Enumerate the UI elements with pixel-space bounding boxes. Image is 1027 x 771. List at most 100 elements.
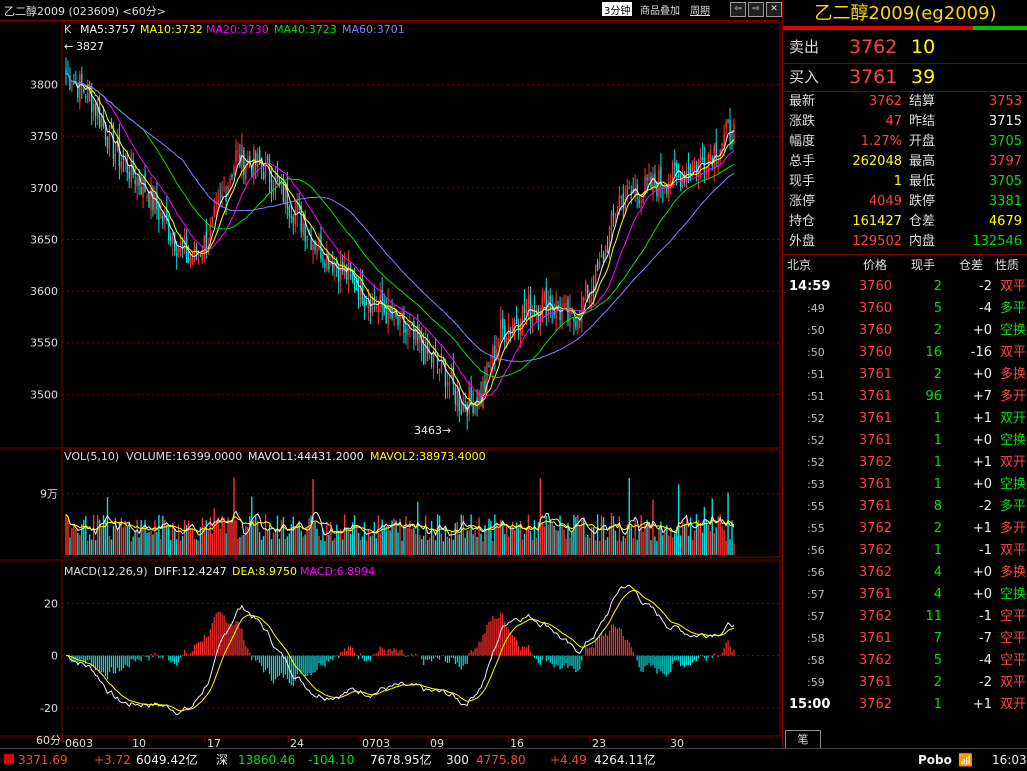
- volume-bar: [215, 520, 217, 555]
- stat-value: 3797: [988, 154, 1022, 169]
- candle-body: [725, 121, 727, 130]
- tick-price: 3760: [858, 301, 892, 316]
- hs300-amount: 4264.11亿: [594, 753, 656, 767]
- ask-volume: 10: [911, 36, 936, 58]
- volume-bar: [733, 543, 735, 555]
- low-marker: 3463: [414, 424, 442, 437]
- tick-nature: 空换: [999, 323, 1026, 338]
- candle-body: [375, 306, 377, 308]
- volume-bar: [201, 517, 204, 555]
- tick-nature: 多开: [999, 389, 1026, 404]
- tick-oi-change: +0: [972, 367, 992, 382]
- stat-value: 129502: [852, 234, 902, 249]
- volume-bar: [89, 534, 91, 555]
- volume-bar: [492, 540, 494, 555]
- candle-body: [201, 253, 204, 260]
- stats-row: 现手 1 最低 3705: [783, 172, 1027, 192]
- volume-bar: [251, 496, 253, 555]
- high-marker: 3827: [76, 40, 104, 53]
- candle-body: [515, 315, 518, 324]
- volume-bar: [187, 520, 190, 555]
- period-badge[interactable]: 3分钟: [602, 2, 633, 17]
- volume-bar: [385, 526, 387, 555]
- clock: 16:03: [992, 753, 1027, 767]
- tick-volume: 5: [933, 301, 942, 316]
- volume-bar: [130, 541, 132, 555]
- candle-body: [367, 302, 370, 309]
- cycle-button[interactable]: 周期: [690, 2, 710, 17]
- tick-list[interactable]: 14:59 3760 2 -2 双平:49 3760 5 -4 多平:50 37…: [783, 276, 1027, 716]
- volume-bar: [723, 529, 725, 555]
- next-icon[interactable]: ⇨: [748, 2, 764, 17]
- volume-bar: [517, 527, 520, 555]
- tick-nature: 空平: [999, 609, 1026, 624]
- prev-icon[interactable]: ⇦: [730, 2, 746, 17]
- candle-body: [628, 186, 630, 190]
- volume-bar: [679, 535, 682, 555]
- macd-tick-label: 0: [51, 650, 58, 663]
- ask-price: 3762: [849, 36, 898, 58]
- candle-body: [577, 319, 579, 331]
- candle-body: [257, 153, 259, 167]
- sh-index-value: 3371.69: [18, 753, 68, 767]
- volume-bar: [294, 526, 296, 555]
- tick-time: :50: [807, 324, 825, 337]
- tick-row: :52 3761 1 +0 空换: [783, 430, 1027, 452]
- volume-bar: [693, 530, 696, 555]
- tick-time: :50: [807, 346, 825, 359]
- volume-bar: [727, 492, 729, 555]
- tab-ticks[interactable]: 笔: [785, 730, 821, 748]
- volume-bar: [100, 527, 103, 555]
- candle-body: [454, 387, 457, 404]
- tick-nature: 多换: [999, 367, 1026, 382]
- candle-body: [189, 258, 192, 263]
- candle-body: [340, 260, 342, 280]
- volume-bar: [476, 536, 478, 555]
- candle-body: [195, 246, 198, 254]
- volume-bar: [183, 520, 186, 555]
- volume-bar: [707, 524, 710, 555]
- volume-bar: [154, 520, 156, 555]
- volume-bar: [569, 537, 571, 555]
- candle-body: [304, 224, 306, 241]
- volume-bar: [288, 533, 291, 555]
- volume-bar: [158, 514, 160, 555]
- kline-chart[interactable]: 3800 3750 3700 3650 3600 3550 3500 9万 20 0 -20 0603…: [0, 20, 782, 748]
- tick-price: 3762: [858, 565, 892, 580]
- stat-label: 昨结: [909, 114, 936, 129]
- volume-bar: [525, 527, 528, 555]
- vol-tick-label: 9万: [40, 488, 58, 501]
- close-icon[interactable]: ✕: [766, 2, 782, 17]
- volume-bar: [164, 519, 166, 555]
- tick-row: 14:59 3760 2 -2 双平: [783, 276, 1027, 298]
- volume-bar: [389, 530, 391, 555]
- candle-body: [306, 236, 308, 238]
- volume-bar: [513, 530, 516, 555]
- volume-bar: [470, 514, 472, 555]
- tick-nature: 双开: [999, 411, 1026, 426]
- volume-bar: [338, 531, 340, 555]
- volume-bar: [575, 517, 577, 555]
- volume-bar: [434, 540, 437, 555]
- tick-nature: 空平: [999, 631, 1026, 646]
- overlay-button[interactable]: 商品叠加: [640, 2, 680, 17]
- bid-volume: 39: [911, 66, 936, 88]
- tick-price: 3762: [858, 609, 892, 624]
- tick-price: 3761: [858, 587, 892, 602]
- volume-bar: [292, 516, 294, 555]
- volume-bar: [355, 525, 358, 555]
- candle-body: [563, 303, 565, 307]
- price-tick-label: 3700: [30, 182, 58, 195]
- candle-body: [128, 171, 130, 179]
- volume-bar: [565, 538, 567, 555]
- volume-bar: [302, 536, 304, 555]
- candle-body: [146, 195, 148, 198]
- volume-bar: [166, 524, 168, 555]
- candle-body: [185, 237, 188, 263]
- volume-bar: [377, 515, 379, 555]
- volume-bar: [506, 525, 508, 555]
- volume-bar: [662, 535, 664, 555]
- volume-bar: [195, 539, 198, 555]
- tick-time: :49: [807, 302, 825, 315]
- volume-bar: [561, 524, 563, 555]
